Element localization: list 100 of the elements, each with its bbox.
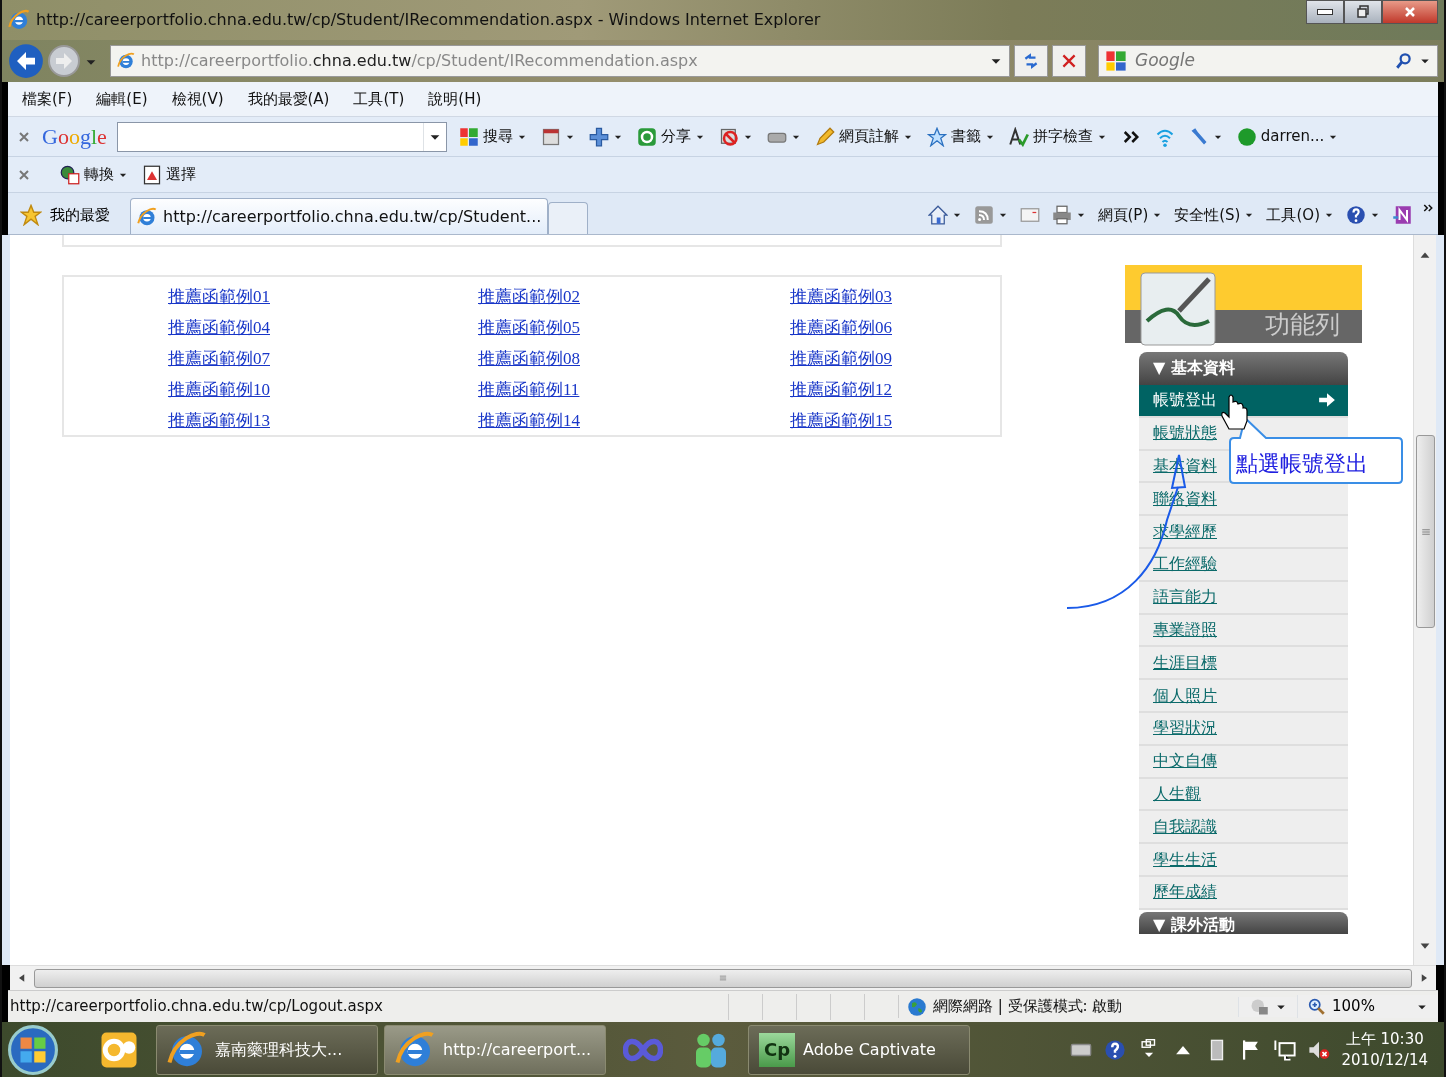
sidebar-item[interactable]: 個人照片 — [1139, 680, 1348, 713]
grip-icon — [718, 973, 728, 983]
link[interactable]: 推薦函範例01 — [168, 283, 270, 310]
google-logo: Google — [42, 123, 107, 151]
section-header[interactable]: ▼ 基本資料 — [1139, 352, 1348, 385]
toolbar-button[interactable]: 選擇 — [140, 163, 198, 186]
menu-item[interactable]: 編輯(E) — [96, 85, 148, 113]
link[interactable]: 推薦函範例06 — [790, 314, 892, 341]
toolbar-button[interactable]: 工具(O) — [1264, 203, 1336, 227]
stop-icon — [1060, 52, 1078, 70]
colored-squares-icon — [1105, 50, 1127, 72]
link[interactable]: 推薦函範例08 — [478, 345, 580, 372]
colored-squares-icon — [458, 126, 479, 147]
sidebar-item[interactable]: 歷年成績 — [1139, 876, 1348, 910]
sidebar-item[interactable]: 學習狀況 — [1139, 712, 1348, 746]
page-icon — [540, 126, 561, 147]
clock-time: 上午 10:30 — [1345, 1028, 1424, 1050]
vertical-scrollbar[interactable] — [1413, 235, 1436, 965]
scrollbar-thumb[interactable] — [34, 968, 1412, 988]
e-logo-icon — [137, 206, 157, 227]
link[interactable]: 推薦函範例13 — [168, 407, 270, 434]
link[interactable]: 推薦函範例02 — [478, 283, 580, 310]
toolbar-button[interactable]: 網頁註解 — [812, 125, 915, 148]
link[interactable]: 推薦函範例04 — [168, 314, 270, 341]
notebook-button[interactable] — [1390, 205, 1414, 225]
toolbar-button[interactable]: darren... — [1234, 125, 1341, 148]
share-icon — [636, 126, 657, 147]
feed-icon — [973, 205, 994, 225]
link[interactable]: 推薦函範例15 — [790, 407, 892, 434]
restore-icon — [1355, 4, 1371, 20]
menu-item[interactable]: 檢視(V) — [171, 85, 224, 113]
sidebar-item[interactable]: 帳號登出 — [1139, 385, 1348, 418]
refresh-button[interactable] — [1014, 45, 1048, 77]
browser-tab[interactable]: http://careerportfolio.chna.edu.tw/cp/Student... — [130, 198, 549, 234]
taskbar-button[interactable]: 嘉南藥理科技大... — [156, 1024, 378, 1075]
restore-button[interactable] — [1344, 0, 1382, 24]
start-orb-icon — [8, 1024, 58, 1075]
search-box[interactable]: Google — [1098, 45, 1438, 77]
toolbar-button[interactable]: 書籤 — [924, 125, 997, 148]
link[interactable]: 推薦函範例14 — [478, 407, 580, 434]
hand-cursor-icon — [1221, 394, 1248, 430]
globe-icon — [907, 996, 927, 1017]
clock[interactable]: 上午 10:30 2010/12/14 — [1341, 1028, 1438, 1071]
link[interactable]: 推薦函範例05 — [478, 314, 580, 341]
back-icon — [8, 43, 44, 79]
horizontal-scrollbar[interactable] — [10, 965, 1436, 990]
minimize-button[interactable] — [1306, 0, 1344, 24]
toolbar-button[interactable]: 安全性(S) — [1172, 203, 1257, 227]
link[interactable]: 推薦函範例03 — [790, 283, 892, 310]
refresh-icon — [1022, 52, 1040, 70]
scrollbar-thumb[interactable] — [1416, 435, 1435, 628]
start-button[interactable] — [8, 1024, 58, 1075]
star-icon — [20, 204, 42, 226]
taskbar-button[interactable]: http://careerport... — [384, 1024, 606, 1075]
link[interactable]: 推薦函範例07 — [168, 345, 270, 372]
link[interactable]: 推薦函範例10 — [168, 376, 270, 403]
menu-item[interactable]: 檔案(F) — [22, 85, 73, 113]
banner-title: 功能列 — [1265, 308, 1340, 341]
address-field[interactable]: http://careerportfolio.chna.edu.tw/cp/Student/IRecommendation.aspx — [110, 45, 1010, 77]
window-title: http://careerportfolio.chna.edu.tw/cp/Student/IRecommendation.aspx - Windows Internet Explorer — [36, 9, 821, 31]
toolbar-button[interactable]: 拼字檢查 — [1006, 125, 1109, 148]
sidebar-item[interactable]: 生涯目標 — [1139, 647, 1348, 681]
zoom-icon — [1308, 997, 1326, 1016]
menu-item[interactable]: 我的最愛(A) — [247, 85, 330, 113]
globe-document-icon — [60, 164, 80, 185]
toolbar-button[interactable]: 分享 — [634, 125, 707, 148]
toolbar-button[interactable]: 網頁(P) — [1095, 203, 1165, 227]
sidebar-item[interactable]: 語言能力 — [1139, 581, 1348, 615]
sidebar-item[interactable]: 工作經驗 — [1139, 549, 1348, 582]
stop-button[interactable] — [1052, 45, 1086, 77]
link[interactable]: 推薦函範例11 — [478, 376, 580, 403]
sidebar-item[interactable]: 學生生活 — [1139, 844, 1348, 877]
status-text: http://careerportfolio.chna.edu.tw/cp/Logout.aspx — [9, 996, 384, 1018]
notebook-icon — [1392, 205, 1412, 225]
forward-button[interactable] — [48, 45, 80, 77]
back-button[interactable] — [8, 43, 44, 79]
sidebar-item[interactable]: 自我認識 — [1139, 811, 1348, 845]
search-field[interactable]: Google — [1133, 47, 1389, 75]
clock-date: 2010/12/14 — [1341, 1049, 1428, 1071]
menu-item[interactable]: 說明(H) — [428, 85, 482, 113]
plus-icon — [588, 126, 609, 147]
e-logo-icon — [8, 9, 30, 31]
taskbar-button[interactable]: Cp Adobe Captivate — [748, 1024, 970, 1075]
toolbar-button[interactable]: 搜尋 — [456, 125, 529, 148]
e-logo-icon — [117, 52, 135, 70]
sidebar-item[interactable]: 人生觀 — [1139, 778, 1348, 812]
close-button[interactable] — [1382, 0, 1438, 24]
link[interactable]: 推薦函範例12 — [790, 376, 892, 403]
sidebar-item[interactable]: 專業證照 — [1139, 614, 1348, 648]
favorites-button[interactable]: 我的最愛 — [12, 196, 130, 234]
address-text: http://careerportfolio.chna.edu.tw/cp/Student/IRecommendation.aspx — [141, 50, 699, 72]
blocked-window-icon — [718, 126, 739, 147]
mail-icon — [1019, 205, 1040, 225]
toolbar-button[interactable]: 轉換 — [58, 163, 130, 186]
forward-icon — [48, 45, 80, 77]
new-tab-button[interactable] — [548, 202, 589, 234]
menu-item[interactable]: 工具(T) — [353, 85, 405, 113]
sidebar-item[interactable]: 中文自傳 — [1139, 745, 1348, 779]
link[interactable]: 推薦函範例09 — [790, 345, 892, 372]
section-header[interactable]: ▼ 課外活動 — [1139, 911, 1348, 934]
